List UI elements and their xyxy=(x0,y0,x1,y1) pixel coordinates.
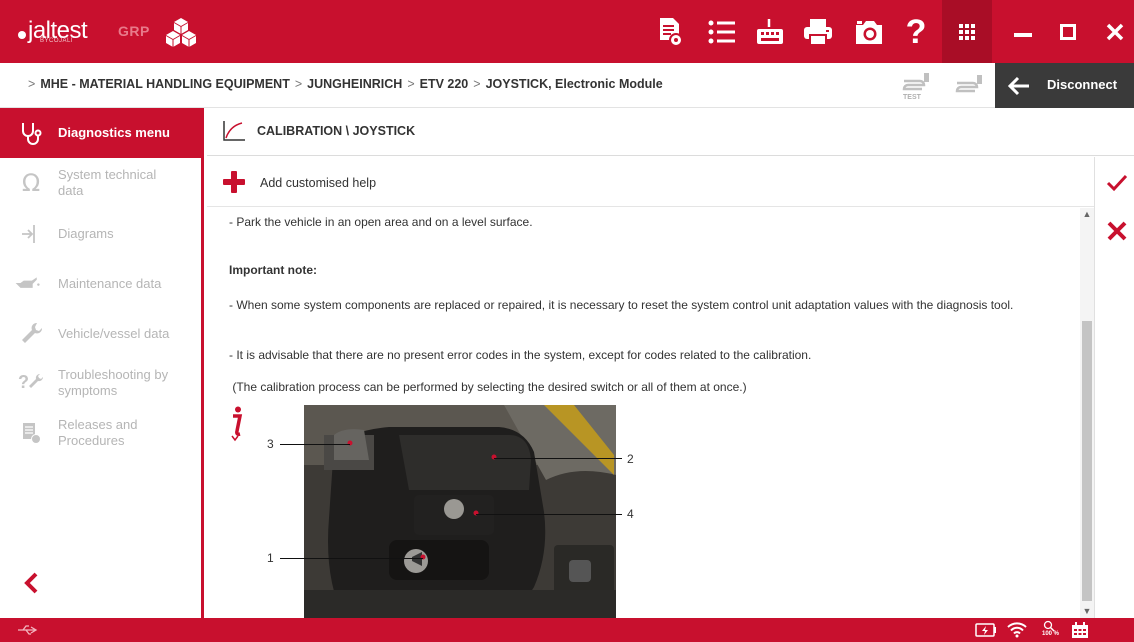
connector-test-icon[interactable]: TEST xyxy=(900,71,932,101)
callout-label: 3 xyxy=(267,437,274,451)
calendar-icon[interactable] xyxy=(1071,622,1089,639)
scroll-up-icon[interactable]: ▲ xyxy=(1080,208,1094,220)
sidebar-item-label: Diagrams xyxy=(58,226,114,241)
logo-subtitle: BYCOJALI xyxy=(40,38,74,44)
sidebar-item-troubleshooting-by-symptoms[interactable]: ? Troubleshooting by symptoms xyxy=(0,358,201,408)
scroll-down-icon[interactable]: ▼ xyxy=(1080,605,1094,617)
jaltest-logo: jaltest BYCOJALI xyxy=(18,14,88,48)
maximize-icon[interactable] xyxy=(1045,0,1090,63)
disconnect-button[interactable]: Disconnect xyxy=(995,63,1134,108)
list-icon[interactable] xyxy=(703,14,741,50)
sidebar-item-diagrams[interactable]: Diagrams xyxy=(0,208,201,258)
cancel-icon[interactable] xyxy=(1107,221,1127,241)
chevron-left-icon[interactable] xyxy=(22,571,42,595)
usb-icon xyxy=(18,625,38,635)
cubes-icon xyxy=(166,18,196,47)
oil-can-icon xyxy=(14,270,40,296)
callout-leader xyxy=(280,558,423,559)
wifi-icon xyxy=(1007,622,1027,638)
diagram-icon xyxy=(18,220,44,246)
troubleshooting-icon: ? xyxy=(18,370,44,396)
sidebar-item-maintenance-data[interactable]: Maintenance data xyxy=(0,258,201,308)
callout-label: 1 xyxy=(267,551,274,565)
svg-text:?: ? xyxy=(18,372,29,392)
important-note-text: Important note: xyxy=(229,263,317,277)
report-icon[interactable] xyxy=(651,14,689,50)
important-note-heading: Important note: xyxy=(229,263,1069,278)
scroll-thumb[interactable] xyxy=(1082,321,1092,601)
sidebar-item-label: Diagnostics menu xyxy=(58,125,170,140)
arrow-left-icon xyxy=(1007,76,1029,96)
minimize-icon[interactable] xyxy=(1000,0,1045,63)
status-bar: 100 % xyxy=(0,618,1134,642)
battery-icon xyxy=(975,623,996,637)
camera-icon[interactable] xyxy=(850,14,888,50)
wrench-icon xyxy=(18,320,44,346)
sidebar-item-label: System technical data xyxy=(58,167,157,198)
help-icon[interactable]: ? xyxy=(897,14,935,50)
breadcrumb: > MHE - MATERIAL HANDLING EQUIPMENT > JUNGH… xyxy=(28,77,663,91)
action-column xyxy=(1094,157,1134,618)
page-title: CALIBRATION \ JOYSTICK xyxy=(257,124,416,138)
breadcrumb-item[interactable]: MHE - MATERIAL HANDLING EQUIPMENT xyxy=(40,77,290,91)
breadcrumb-item[interactable]: ETV 220 xyxy=(420,77,469,91)
product-label: GRP xyxy=(118,23,150,39)
callout-leader xyxy=(494,458,622,459)
sidebar-item-label: Vehicle/vessel data xyxy=(58,326,170,341)
content-header: CALIBRATION \ JOYSTICK xyxy=(207,108,1134,156)
zoom-level: 100 % xyxy=(1042,631,1060,637)
plus-icon xyxy=(223,171,245,193)
document-icon xyxy=(18,420,44,446)
test-label: TEST xyxy=(903,94,922,101)
paragraph: - When some system components are replac… xyxy=(229,298,1014,312)
sidebar-item-releases-and-procedures[interactable]: Releases and Procedures xyxy=(0,408,201,458)
paragraph: - It is advisable that there are no pres… xyxy=(229,348,812,362)
connector-icon[interactable] xyxy=(953,73,985,99)
disconnect-label: Disconnect xyxy=(1047,77,1118,92)
breadcrumb-item[interactable]: JOYSTICK, Electronic Module xyxy=(486,77,663,91)
stethoscope-icon xyxy=(18,120,44,146)
sidebar: Diagnostics menu Ω System technical data… xyxy=(0,108,204,618)
app-window: jaltest BYCOJALI GRP ? > MHE - MATERIAL … xyxy=(0,0,1134,642)
breadcrumb-item[interactable]: JUNGHEINRICH xyxy=(307,77,402,91)
close-icon[interactable] xyxy=(1092,0,1134,63)
add-help-label: Add customised help xyxy=(260,176,377,190)
omega-icon: Ω xyxy=(21,169,41,197)
callout-label: 2 xyxy=(627,452,634,466)
printer-icon[interactable] xyxy=(799,14,837,50)
sidebar-item-vehicle-vessel-data[interactable]: Vehicle/vessel data xyxy=(0,308,201,358)
keyboard-icon[interactable] xyxy=(751,14,789,50)
vertical-scrollbar[interactable]: ▲ ▼ xyxy=(1080,208,1094,618)
sidebar-item-label: Releases and Procedures xyxy=(58,417,138,448)
breadcrumb-bar: > MHE - MATERIAL HANDLING EQUIPMENT > JUNGH… xyxy=(0,63,1134,108)
sidebar-item-label: Maintenance data xyxy=(58,276,162,291)
calibration-curve-icon xyxy=(223,121,245,141)
joystick-photo xyxy=(304,405,616,618)
paragraph: - Park the vehicle in an open area and o… xyxy=(229,215,533,229)
checkmark-icon[interactable] xyxy=(1106,174,1128,192)
top-bar: jaltest BYCOJALI GRP ? xyxy=(0,0,1134,63)
sidebar-item-system-technical-data[interactable]: Ω System technical data xyxy=(0,158,201,208)
help-document: - Park the vehicle in an open area and o… xyxy=(208,208,1080,618)
paragraph: (The calibration process can be performe… xyxy=(229,380,747,394)
info-icon xyxy=(231,406,243,442)
apps-grid-icon[interactable] xyxy=(942,0,992,63)
callout-label: 4 xyxy=(627,507,634,521)
callout-leader xyxy=(476,514,622,515)
add-customised-help-button[interactable]: Add customised help xyxy=(207,157,1094,207)
sidebar-item-diagnostics-menu[interactable]: Diagnostics menu xyxy=(0,108,201,158)
callout-leader xyxy=(280,444,350,445)
sidebar-item-label: Troubleshooting by symptoms xyxy=(58,367,169,398)
